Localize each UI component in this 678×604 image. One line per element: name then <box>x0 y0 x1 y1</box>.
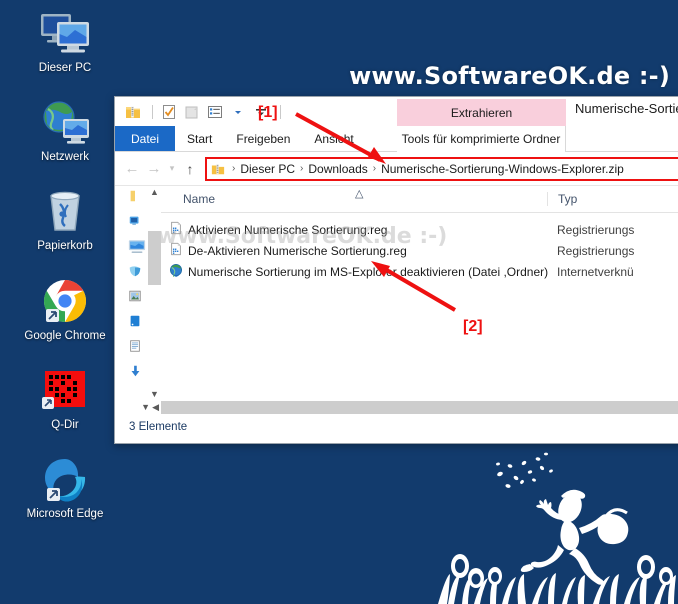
table-row[interactable]: De-Aktivieren Numerische Sortierung.reg … <box>161 240 678 261</box>
sort-ascending-icon: △ <box>355 188 364 200</box>
breadcrumb-separator: › <box>232 163 236 174</box>
annotation-marker-1: [1] <box>258 104 278 121</box>
recent-locations-icon[interactable]: ▾ <box>165 158 179 180</box>
chevron-down-icon[interactable]: ▼ <box>141 402 150 412</box>
desktop-icon-label: Google Chrome <box>24 329 106 342</box>
desktop: Dieser PC Netzwerk Papierkorb Google Chr… <box>0 0 678 604</box>
file-type-cell: Registrierungs <box>557 243 635 258</box>
address-zip-folder-icon <box>211 162 225 176</box>
window-body: ▲ ▼ Name △ Typ Aktivieren Numerische Sor… <box>115 186 678 400</box>
chevron-down-icon[interactable] <box>228 102 248 122</box>
desktop-icon-google-chrome[interactable]: Google Chrome <box>0 276 130 343</box>
quick-access-folder-icon <box>128 189 142 208</box>
item-count-label: 3 Elemente <box>129 421 188 433</box>
desktop-icon <box>128 314 142 333</box>
q-dir-icon <box>0 365 130 415</box>
toolbar-divider-2 <box>280 104 281 119</box>
microsoft-edge-icon <box>0 454 130 504</box>
file-name-label: De-Aktivieren Numerische Sortierung.reg <box>188 243 407 258</box>
tab-start[interactable]: Start <box>175 126 224 151</box>
tab-datei[interactable]: Datei <box>115 126 176 151</box>
file-type-cell: Registrierungs <box>557 222 635 237</box>
status-bar: 3 Elemente <box>115 414 678 439</box>
file-name-label: Aktivieren Numerische Sortierung.reg <box>188 222 388 237</box>
this-pc-icon <box>0 8 130 58</box>
table-row[interactable]: Aktivieren Numerische Sortierung.reg Reg… <box>161 219 678 240</box>
desktop-icon-label: Netzwerk <box>41 151 89 164</box>
breadcrumb-separator: › <box>372 163 377 174</box>
onedrive-icon <box>128 214 142 233</box>
reg-file-icon <box>169 242 183 259</box>
file-name-cell[interactable]: De-Aktivieren Numerische Sortierung.reg <box>161 242 547 259</box>
chevron-left-icon[interactable]: ◀ <box>152 402 159 413</box>
up-arrow-icon[interactable]: ↑ <box>179 158 201 180</box>
back-arrow-icon[interactable]: ← <box>121 158 143 180</box>
desktop-icon-label: Dieser PC <box>38 62 92 74</box>
file-name-label: Numerische Sortierung im MS-Explorer dea… <box>188 264 549 279</box>
documents-icon <box>128 339 142 358</box>
desktop-icon-label: Papierkorb <box>37 240 93 253</box>
tab-freigeben[interactable]: Freigeben <box>224 126 302 151</box>
view-options-icon[interactable] <box>205 102 225 122</box>
column-header-typ[interactable]: Typ <box>547 192 667 206</box>
address-bar-row: ← → ▾ ↑ › Dieser PC › Downloads › Numeri… <box>115 152 678 186</box>
nav-scroll-thumb[interactable] <box>148 231 161 285</box>
window-title: Numerische-Sortie <box>575 101 678 116</box>
file-name-cell[interactable]: Aktivieren Numerische Sortierung.reg <box>161 221 547 238</box>
contextual-tab-group: Extrahieren Tools für komprimierte Ordne… <box>397 99 566 152</box>
file-explorer-window: Datei Start Freigeben Ansicht Extrahiere… <box>114 96 678 444</box>
tab-ansicht[interactable]: Ansicht <box>302 126 365 151</box>
google-chrome-icon <box>0 276 130 326</box>
column-header-name[interactable]: Name △ <box>161 188 547 206</box>
desktop-icon-microsoft-edge[interactable]: Microsoft Edge <box>0 454 130 521</box>
site-watermark: www.SoftwareOK.de :-) <box>349 62 670 90</box>
zip-folder-icon[interactable] <box>123 102 143 122</box>
pictures-icon <box>128 289 142 308</box>
reg-file-icon <box>169 221 183 238</box>
ribbon-tabs: Datei Start Freigeben Ansicht Extrahiere… <box>115 99 678 152</box>
desktop-icon-list: Dieser PC Netzwerk Papierkorb Google Chr… <box>0 8 130 543</box>
breadcrumb-separator: › <box>300 163 304 174</box>
file-rows: Aktivieren Numerische Sortierung.reg Reg… <box>161 213 678 282</box>
file-list-pane: Name △ Typ Aktivieren Numerische Sortier… <box>161 186 678 400</box>
horizontal-scrollbar-row: ▼ ◀ <box>115 400 678 414</box>
running-figure-illustration <box>438 452 676 604</box>
address-bar[interactable]: › Dieser PC › Downloads › Numerische-Sor… <box>205 156 678 181</box>
column-header-row: Name △ Typ <box>161 186 678 213</box>
nav-pane-scrollbar[interactable]: ▲ ▼ <box>148 186 161 400</box>
recycle-bin-icon <box>0 186 130 236</box>
desktop-icon-q-dir[interactable]: Q-Dir <box>0 365 130 432</box>
column-header-name-label: Name <box>183 192 216 206</box>
breadcrumb-dieser-pc[interactable]: Dieser PC <box>240 162 295 176</box>
network-icon <box>0 97 130 147</box>
annotation-marker-2: [2] <box>463 318 483 335</box>
file-type-cell: Internetverknü <box>557 264 634 279</box>
internet-shortcut-icon <box>169 263 183 280</box>
properties-icon[interactable] <box>159 102 179 122</box>
desktop-icon-papierkorb[interactable]: Papierkorb <box>0 186 130 253</box>
breadcrumb-downloads[interactable]: Downloads <box>308 162 367 176</box>
desktop-icon-label: Q-Dir <box>51 418 79 431</box>
toolbar-divider <box>152 104 153 119</box>
tab-tools-fuer-komprimierte-ordner[interactable]: Tools für komprimierte Ordner <box>397 126 566 152</box>
horizontal-scroll-thumb[interactable] <box>161 400 678 414</box>
desktop-icon-dieser-pc[interactable]: Dieser PC <box>0 8 130 75</box>
navigation-pane: ▲ ▼ <box>115 186 161 400</box>
contextual-group-title: Extrahieren <box>397 99 566 126</box>
desktop-icon-label: Microsoft Edge <box>26 508 104 521</box>
this-pc-icon <box>128 239 146 259</box>
downloads-icon <box>128 364 142 383</box>
chevron-up-icon[interactable]: ▲ <box>149 186 160 198</box>
scroll-left-controls: ▼ ◀ <box>115 402 161 413</box>
forward-arrow-icon[interactable]: → <box>143 158 165 180</box>
file-name-cell[interactable]: Numerische Sortierung im MS-Explorer dea… <box>161 263 549 280</box>
desktop-icon-netzwerk[interactable]: Netzwerk <box>0 97 130 164</box>
network-icon <box>128 264 142 283</box>
horizontal-scroll-track[interactable] <box>161 400 678 414</box>
breadcrumb-zip[interactable]: Numerische-Sortierung-Windows-Explorer.z… <box>381 162 624 176</box>
table-row[interactable]: Numerische Sortierung im MS-Explorer dea… <box>161 261 678 282</box>
chevron-down-icon[interactable]: ▼ <box>149 388 160 400</box>
new-folder-icon[interactable] <box>182 102 202 122</box>
